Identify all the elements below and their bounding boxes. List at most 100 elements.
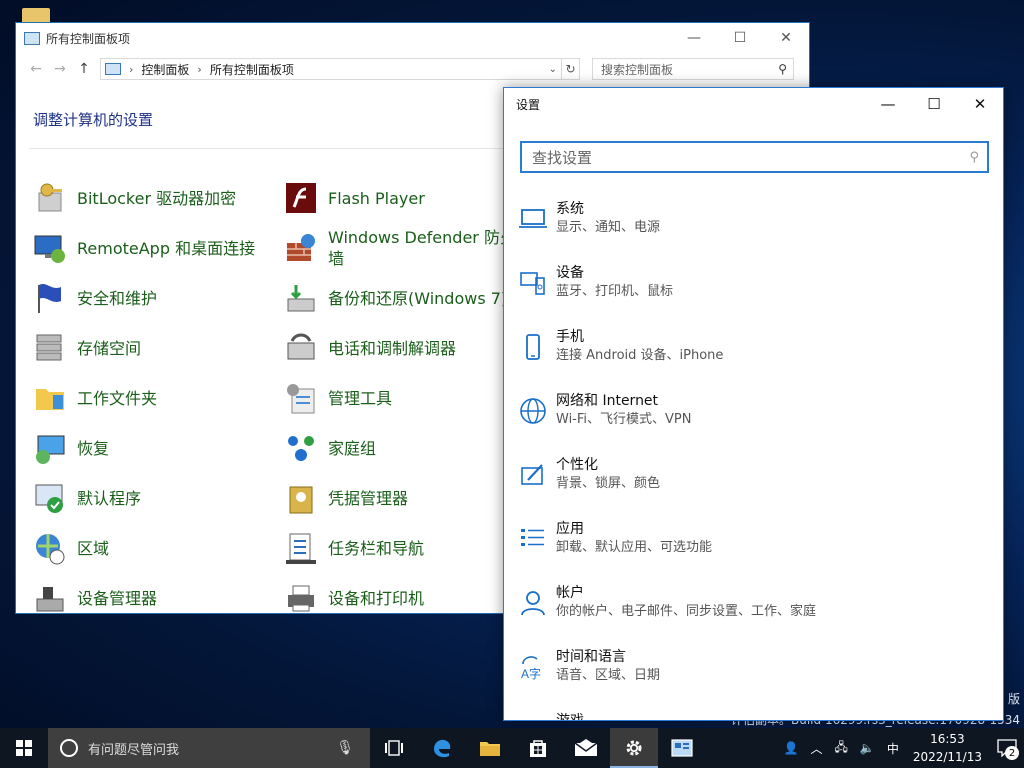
chevron-right-icon[interactable]: ›	[197, 63, 201, 76]
settings-titlebar[interactable]: 设置 — ☐ ✕	[504, 88, 1003, 120]
settings-category[interactable]: 设备 蓝牙、打印机、鼠标	[518, 262, 978, 312]
settings-category-description: 蓝牙、打印机、鼠标	[556, 284, 674, 299]
credential-icon	[284, 481, 318, 515]
watermark-edition: 版	[1007, 692, 1020, 706]
settings-window: 设置 — ☐ ✕ 查找设置 ⚲ 系统 显示、通知、电源 设备 蓝牙、打印机、鼠标 手机连…	[503, 87, 1004, 721]
control-panel-item[interactable]: 设备和打印机	[284, 581, 425, 613]
settings-category[interactable]: 游戏	[518, 710, 978, 720]
settings-category-title: 帐户	[556, 585, 584, 601]
control-panel-titlebar[interactable]: 所有控制面板项 — ☐ ✕	[16, 23, 809, 53]
control-panel-item-label: 设备管理器	[77, 588, 158, 608]
up-arrow-icon[interactable]: ↑	[72, 61, 96, 77]
settings-category-description: 连接 Android 设备、iPhone	[556, 348, 724, 363]
ime-indicator[interactable]: 中	[881, 740, 905, 757]
firewall-icon	[284, 231, 318, 265]
globe-icon	[518, 396, 548, 426]
file-explorer-button[interactable]	[466, 728, 514, 768]
store-button[interactable]	[514, 728, 562, 768]
breadcrumb-control-panel[interactable]: 控制面板	[141, 61, 189, 78]
chevron-up-icon[interactable]: ︿	[804, 740, 828, 757]
maximize-button[interactable]: ☐	[911, 88, 957, 120]
control-panel-item[interactable]: 存储空间	[33, 331, 141, 365]
settings-category[interactable]: 系统 显示、通知、电源	[518, 198, 978, 248]
cortana-search-box[interactable]: 有问题尽管问我 🎙	[48, 728, 370, 768]
action-center-button[interactable]: 2	[990, 728, 1024, 768]
store-icon	[530, 740, 546, 757]
settings-category-description: 语音、区域、日期	[556, 668, 661, 683]
flash-icon	[284, 181, 318, 215]
chevron-right-icon[interactable]: ›	[129, 63, 133, 76]
clock-date: 2022/11/13	[912, 750, 982, 764]
mail-button[interactable]	[562, 728, 610, 768]
window-title: 所有控制面板项	[46, 31, 131, 46]
settings-category-description: Wi-Fi、飞行模式、VPN	[556, 412, 692, 427]
time-language-icon: A字	[518, 652, 548, 682]
settings-category[interactable]: 手机 连接 Android 设备、iPhone	[518, 326, 978, 376]
control-panel-item[interactable]: 恢复	[33, 431, 109, 465]
control-panel-item-label: 默认程序	[77, 488, 142, 508]
forward-arrow-icon[interactable]: →	[48, 61, 72, 77]
settings-search-input[interactable]: 查找设置 ⚲	[520, 141, 989, 173]
edge-button[interactable]	[418, 728, 466, 768]
control-panel-item[interactable]: 电话和调制解调器	[284, 331, 456, 365]
control-panel-item-label: 工作文件夹	[77, 388, 158, 408]
control-panel-item[interactable]: BitLocker 驱动器加密	[33, 181, 236, 215]
address-bar[interactable]: › 控制面板 › 所有控制面板项 ⌄	[100, 58, 562, 80]
control-panel-search-input[interactable]: 搜索控制面板 ⚲	[592, 58, 794, 80]
settings-category[interactable]: A字 时间和语言语音、区域、日期	[518, 646, 978, 696]
control-panel-item[interactable]: 任务栏和导航	[284, 531, 424, 565]
control-panel-item[interactable]: 凭据管理器	[284, 481, 408, 515]
microphone-icon[interactable]: 🎙	[336, 740, 354, 756]
control-panel-item[interactable]: Windows Defender 防火 墙	[284, 228, 516, 268]
maximize-button[interactable]: ☐	[717, 23, 763, 53]
close-button[interactable]: ✕	[957, 88, 1003, 120]
control-panel-item[interactable]: 管理工具	[284, 381, 392, 415]
minimize-button[interactable]: —	[671, 23, 717, 53]
search-icon[interactable]: ⚲	[778, 62, 787, 76]
settings-taskbar-button[interactable]	[610, 728, 658, 768]
remoteapp-icon	[33, 231, 67, 265]
settings-category[interactable]: 应用 卸载、默认应用、可选功能	[518, 518, 978, 568]
search-placeholder: 搜索控制面板	[601, 62, 674, 77]
chevron-down-icon[interactable]: ⌄	[549, 64, 557, 75]
control-panel-item[interactable]: 设备管理器	[33, 581, 158, 613]
control-panel-item[interactable]: 默认程序	[33, 481, 141, 515]
clock[interactable]: 16:53 2022/11/13	[905, 730, 990, 766]
volume-icon[interactable]: 🔈	[854, 741, 881, 755]
cortana-icon	[60, 739, 78, 757]
start-button[interactable]	[0, 728, 48, 768]
control-panel-item[interactable]: 安全和维护	[33, 281, 157, 315]
storage-icon	[33, 331, 67, 365]
close-button[interactable]: ✕	[763, 23, 809, 53]
settings-category-title: 时间和语言	[556, 649, 626, 665]
back-arrow-icon[interactable]: ←	[24, 61, 48, 77]
search-icon: ⚲	[969, 149, 979, 165]
control-panel-item-label: 区域	[77, 538, 110, 558]
settings-category[interactable]: 个性化 背景、锁屏、颜色	[518, 454, 978, 504]
clock-time: 16:53	[930, 732, 965, 746]
minimize-button[interactable]: —	[865, 88, 911, 120]
control-panel-item[interactable]: RemoteApp 和桌面连接	[33, 231, 255, 265]
control-panel-item[interactable]: 工作文件夹	[33, 381, 157, 415]
network-disconnected-icon[interactable]: 🖧	[828, 738, 853, 759]
people-icon[interactable]: 👤	[778, 741, 805, 755]
notification-badge: 2	[1005, 746, 1019, 760]
globe-clock-icon	[33, 531, 67, 565]
control-panel-item[interactable]: 区域	[33, 531, 109, 565]
laptop-icon	[518, 204, 548, 234]
settings-category[interactable]: 网络和 Internet Wi-Fi、飞行模式、VPN	[518, 390, 978, 440]
control-panel-item-label: 设备和打印机	[328, 588, 425, 608]
settings-category[interactable]: 帐户 你的帐户、电子邮件、同步设置、工作、家庭	[518, 582, 978, 632]
breadcrumb-all-items[interactable]: 所有控制面板项	[210, 61, 294, 78]
refresh-icon[interactable]: ↻	[562, 58, 580, 80]
control-panel-taskbar-button[interactable]	[658, 728, 706, 768]
control-panel-item-label: Flash Player	[328, 188, 425, 208]
task-view-button[interactable]	[370, 728, 418, 768]
control-panel-item[interactable]: Flash Player	[284, 181, 425, 215]
control-panel-item[interactable]: 备份和还原(Windows 7)	[284, 281, 507, 315]
phone-icon	[518, 332, 548, 362]
printer-icon	[284, 581, 318, 613]
control-panel-item[interactable]: 家庭组	[284, 431, 376, 465]
control-panel-item-label: 存储空间	[77, 338, 142, 358]
settings-category-title: 个性化	[556, 457, 598, 473]
